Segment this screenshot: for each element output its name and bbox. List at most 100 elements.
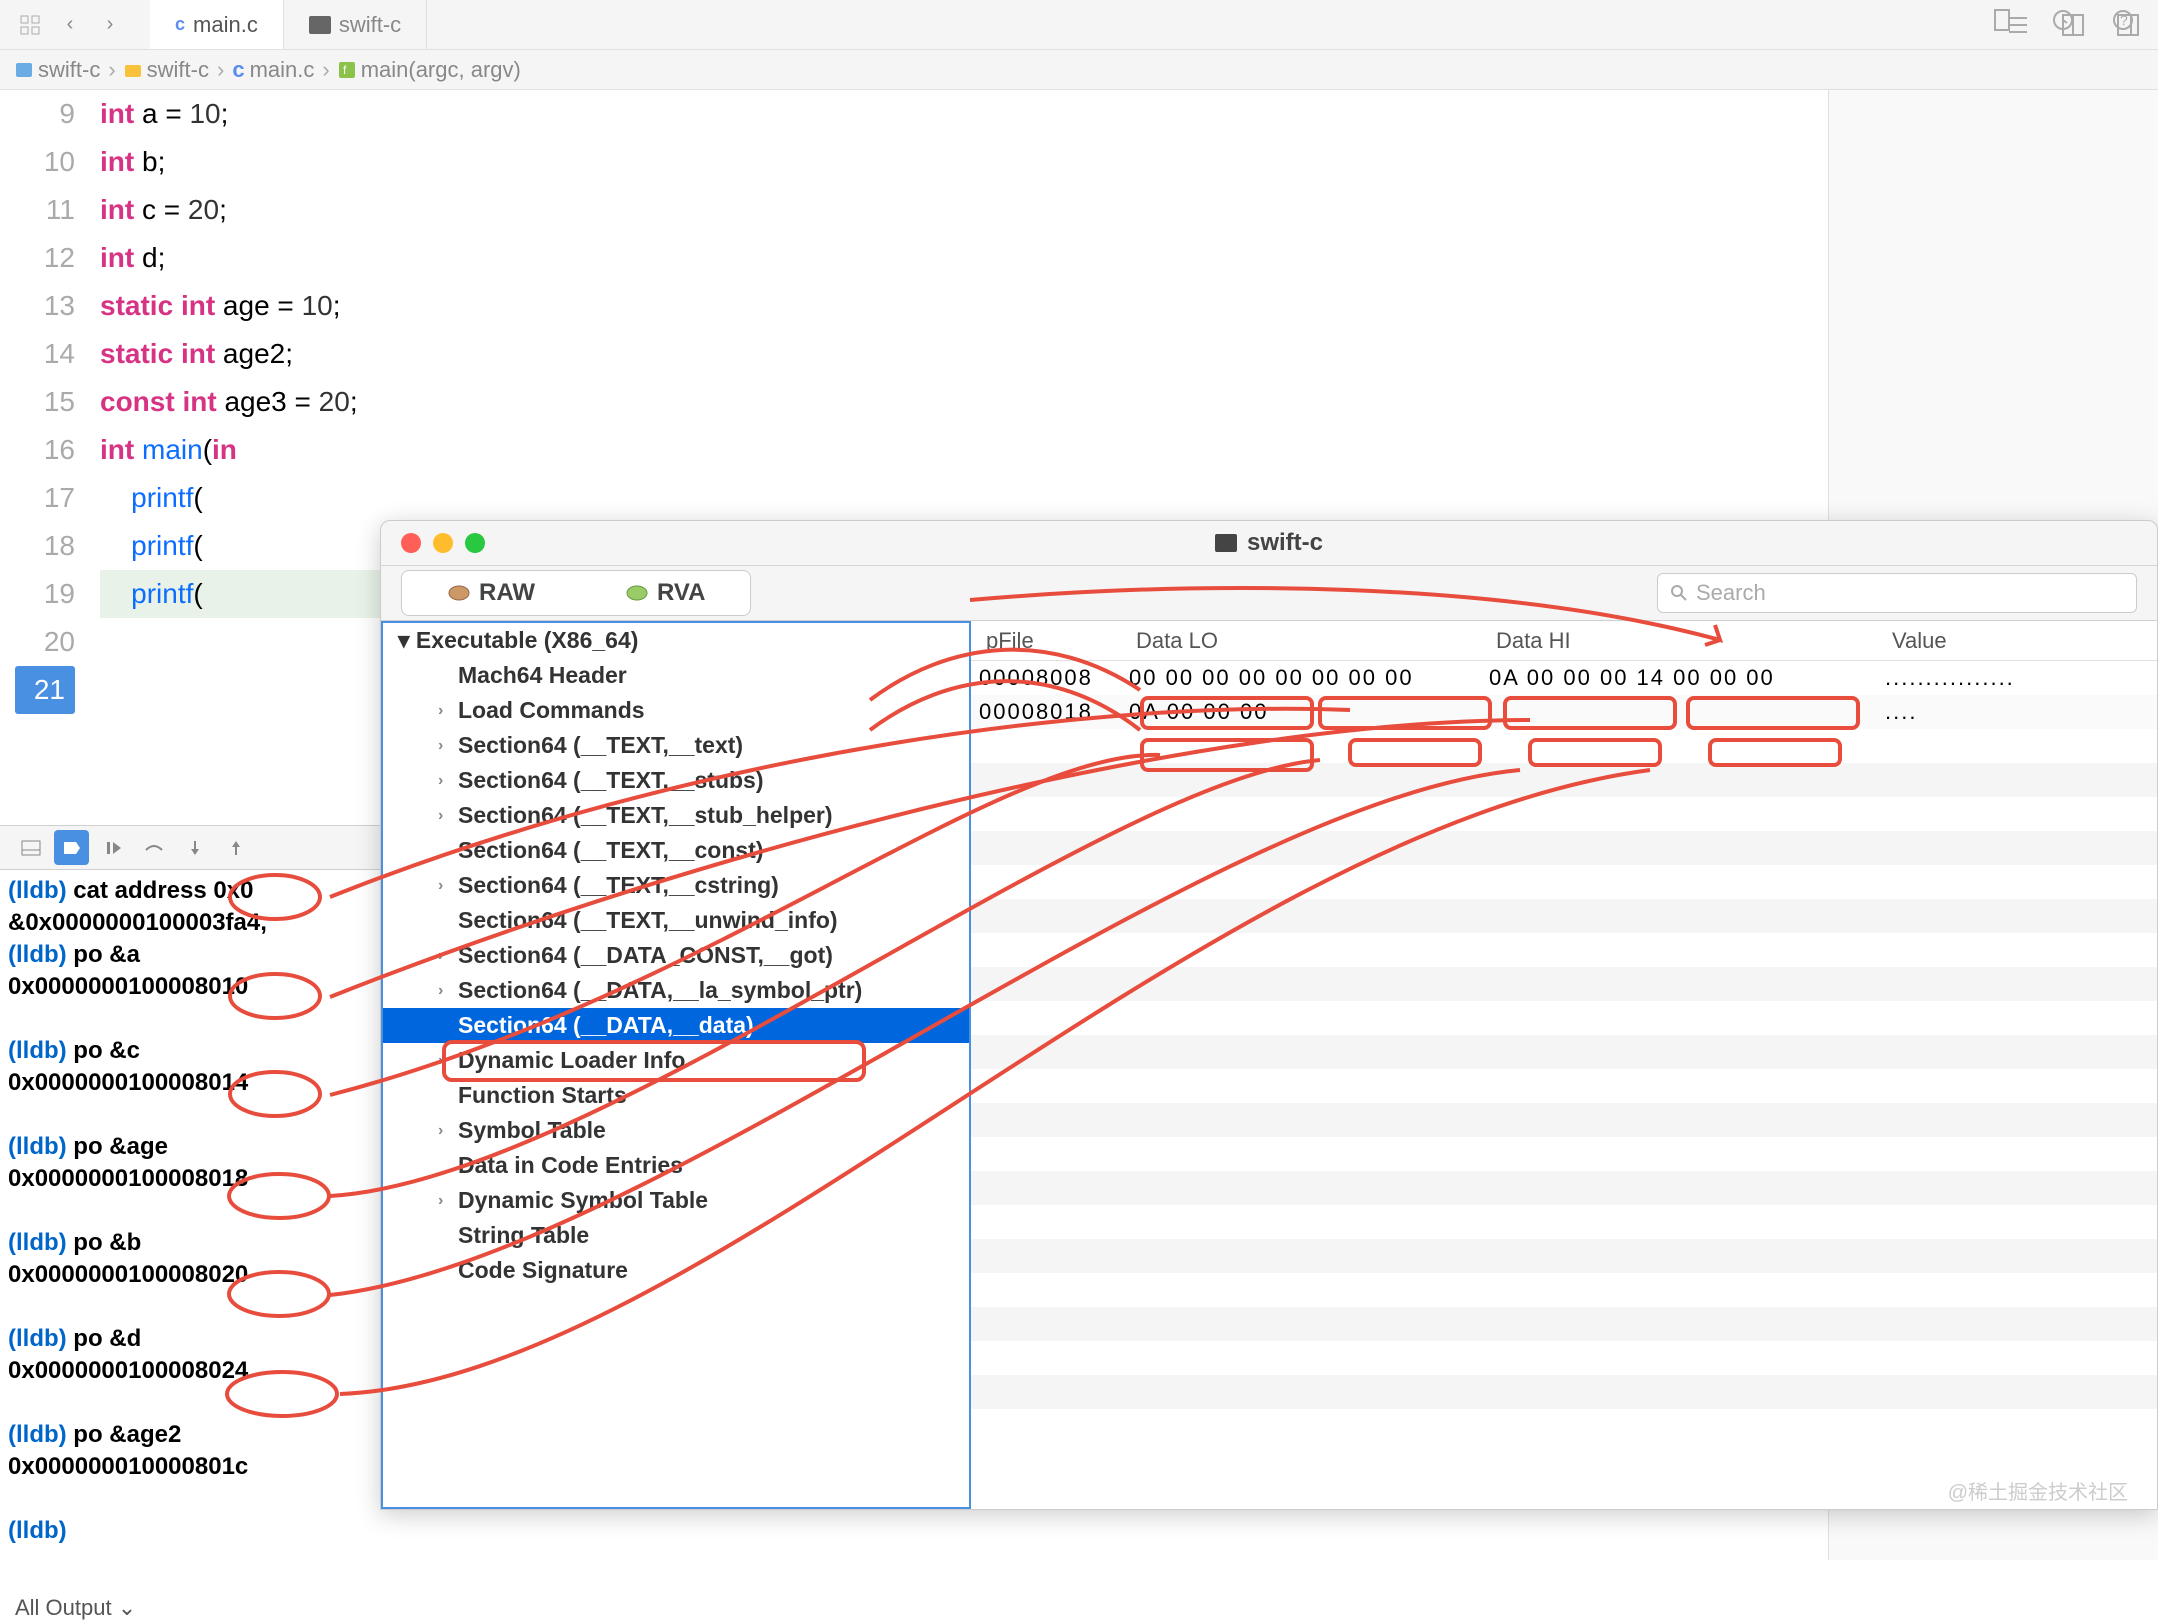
top-toolbar: ‹ › c main.c swift-c: [0, 0, 2158, 50]
line-number: 20: [0, 618, 75, 666]
console-line: (lldb): [8, 1515, 372, 1547]
step-out-button[interactable]: [218, 830, 253, 865]
view-mode-segment[interactable]: RAW RVA: [401, 570, 751, 616]
tree-item[interactable]: ›Section64 (__TEXT,__text): [383, 728, 969, 763]
hex-header-pfile: pFile: [971, 628, 1121, 654]
console-line: 0x0000000100008018: [8, 1163, 372, 1195]
tab-main-c[interactable]: c main.c: [150, 0, 284, 49]
code-line: int c = 20;: [100, 186, 1828, 234]
rva-segment[interactable]: RVA: [580, 571, 750, 615]
hex-panel[interactable]: pFile Data LO Data HI Value 0000800800 0…: [971, 621, 2157, 1509]
code-line: int d;: [100, 234, 1828, 282]
tree-item[interactable]: ›Dynamic Symbol Table: [383, 1183, 969, 1218]
debug-toolbar: [0, 825, 380, 870]
tree-item[interactable]: String Table: [383, 1218, 969, 1253]
code-line: int a = 10;: [100, 90, 1828, 138]
tree-item[interactable]: ›Section64 (__TEXT,__stub_helper): [383, 798, 969, 833]
raw-segment[interactable]: RAW: [402, 571, 580, 615]
machoview-window: swift-c RAW RVA Search ▾ Executable (X86…: [380, 520, 2158, 1510]
tree-item[interactable]: Data in Code Entries: [383, 1148, 969, 1183]
hex-content: 0000800800 00 00 00 00 00 00 000A 00 00 …: [971, 661, 2157, 729]
forward-button[interactable]: ›: [95, 10, 125, 40]
line-number-current: 21: [15, 666, 75, 714]
line-number: 13: [0, 282, 75, 330]
search-icon: [1670, 584, 1688, 602]
tree-item[interactable]: ▾ Executable (X86_64): [383, 623, 969, 658]
step-over-button[interactable]: [136, 830, 171, 865]
tab-label: main.c: [193, 12, 258, 38]
breadcrumb-folder[interactable]: swift-c: [124, 57, 209, 83]
line-number: 12: [0, 234, 75, 282]
breadcrumb-function[interactable]: f main(argc, argv): [338, 57, 521, 83]
tree-item[interactable]: ›Dynamic Loader Info: [383, 1043, 969, 1078]
back-button[interactable]: ‹: [55, 10, 85, 40]
tree-item[interactable]: ›Section64 (__TEXT,__stubs): [383, 763, 969, 798]
code-line: static int age = 10;: [100, 282, 1828, 330]
line-number: 11: [0, 186, 75, 234]
debug-console[interactable]: (lldb) cat address 0x0&0x0000000100003fa…: [0, 870, 380, 1600]
console-line: 0x0000000100008020: [8, 1259, 372, 1291]
svg-text:?: ?: [2120, 12, 2128, 28]
terminal-icon: [309, 16, 331, 34]
tree-item[interactable]: Mach64 Header: [383, 658, 969, 693]
tree-item[interactable]: Code Signature: [383, 1253, 969, 1288]
line-number: 19: [0, 570, 75, 618]
console-line: (lldb) po &age2: [8, 1419, 372, 1451]
window-title: swift-c: [1215, 529, 1323, 557]
console-line: (lldb) po &b: [8, 1227, 372, 1259]
line-number: 17: [0, 474, 75, 522]
line-number: 15: [0, 378, 75, 426]
continue-button[interactable]: [95, 830, 130, 865]
rva-icon: [625, 583, 649, 603]
minimize-window-button[interactable]: [433, 533, 453, 553]
close-window-button[interactable]: [401, 533, 421, 553]
breakpoint-button[interactable]: [54, 830, 89, 865]
console-line: &0x0000000100003fa4,: [8, 907, 372, 939]
machoview-body: ▾ Executable (X86_64)Mach64 Header›Load …: [381, 621, 2157, 1509]
watermark: @稀土掘金技术社区: [1948, 1476, 2128, 1505]
line-number: 10: [0, 138, 75, 186]
line-number: 9: [0, 90, 75, 138]
console-line: [8, 1003, 372, 1035]
tab-label: swift-c: [339, 12, 401, 38]
step-in-button[interactable]: [177, 830, 212, 865]
tree-item[interactable]: ›Load Commands: [383, 693, 969, 728]
tree-item[interactable]: ›Symbol Table: [383, 1113, 969, 1148]
window-titlebar[interactable]: swift-c: [381, 521, 2157, 566]
search-input[interactable]: Search: [1657, 573, 2137, 613]
breadcrumb-file[interactable]: c main.c: [232, 57, 314, 83]
help-inspector-icon[interactable]: ?: [2108, 5, 2138, 35]
tree-item[interactable]: ›Section64 (__DATA_CONST,__got): [383, 938, 969, 973]
console-line: [8, 1099, 372, 1131]
maximize-window-button[interactable]: [465, 533, 485, 553]
tree-item[interactable]: Section64 (__TEXT,__const): [383, 833, 969, 868]
breadcrumb-root[interactable]: swift-c: [15, 57, 100, 83]
console-line: [8, 1291, 372, 1323]
tree-panel[interactable]: ▾ Executable (X86_64)Mach64 Header›Load …: [381, 621, 971, 1509]
hide-debug-button[interactable]: [13, 830, 48, 865]
navigator-icon[interactable]: [15, 10, 45, 40]
hex-row[interactable]: 000080180A 00 00 00....: [971, 695, 2157, 729]
console-line: 0x0000000100008014: [8, 1067, 372, 1099]
line-number: 14: [0, 330, 75, 378]
editor-tabs: c main.c swift-c: [150, 0, 427, 49]
tree-item[interactable]: Section64 (__TEXT,__unwind_info): [383, 903, 969, 938]
tree-item[interactable]: ›Section64 (__DATA,__la_symbol_ptr): [383, 973, 969, 1008]
hex-row[interactable]: 0000800800 00 00 00 00 00 00 000A 00 00 …: [971, 661, 2157, 695]
file-inspector-icon[interactable]: [1988, 5, 2018, 35]
line-number: 18: [0, 522, 75, 570]
hex-header-lo: Data LO: [1121, 628, 1481, 654]
tree-item[interactable]: ›Section64 (__TEXT,__cstring): [383, 868, 969, 903]
raw-icon: [447, 583, 471, 603]
tab-swift-c[interactable]: swift-c: [284, 0, 427, 49]
tree-item[interactable]: Function Starts: [383, 1078, 969, 1113]
code-line: static int age2;: [100, 330, 1828, 378]
tree-item[interactable]: Section64 (__DATA,__data): [383, 1008, 969, 1043]
c-file-icon: c: [175, 14, 185, 35]
console-line: 0x000000010000801c: [8, 1451, 372, 1483]
console-line: [8, 1483, 372, 1515]
console-line: 0x0000000100008010: [8, 971, 372, 1003]
console-line: (lldb) po &c: [8, 1035, 372, 1067]
history-inspector-icon[interactable]: [2048, 5, 2078, 35]
code-line: printf(: [100, 474, 1828, 522]
